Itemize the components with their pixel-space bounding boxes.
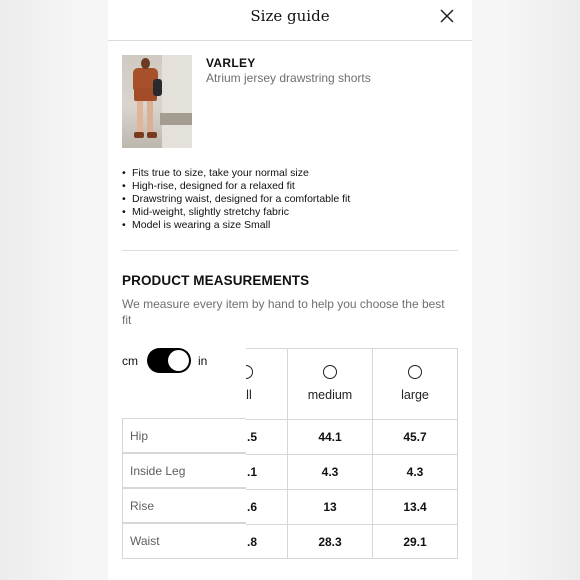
section-description: We measure every item by hand to help yo… bbox=[122, 297, 445, 327]
row-label-hip: Hip bbox=[122, 418, 246, 453]
unit-label-in: in bbox=[198, 354, 208, 368]
cell-rise: .6 bbox=[246, 489, 287, 524]
divider bbox=[122, 250, 458, 251]
row-label-inside-leg: Inside Leg bbox=[122, 453, 246, 488]
cell-hip: 45.7 bbox=[373, 419, 457, 454]
cell-waist: 29.1 bbox=[373, 524, 457, 559]
radio-icon[interactable] bbox=[246, 365, 253, 379]
fit-note: Mid-weight, slightly stretchy fabric bbox=[122, 206, 350, 219]
size-column-small: all .5 .1 .6 .8 bbox=[246, 348, 288, 559]
fit-note: Fits true to size, take your normal size bbox=[122, 167, 350, 180]
size-column-medium: medium 44.1 4.3 13 28.3 bbox=[288, 348, 373, 559]
unit-toggle-switch[interactable] bbox=[147, 348, 191, 373]
size-table[interactable]: all .5 .1 .6 .8 medium 44.1 4.3 13 28.3 … bbox=[246, 348, 458, 559]
fit-note: Model is wearing a size Small bbox=[122, 219, 350, 232]
cell-waist: .8 bbox=[246, 524, 287, 559]
radio-icon[interactable] bbox=[323, 365, 337, 379]
size-option-small[interactable]: all bbox=[246, 349, 287, 419]
unit-label-cm: cm bbox=[122, 354, 138, 368]
radio-icon[interactable] bbox=[408, 365, 422, 379]
size-guide-sheet: Size guide VARLEY Atrium jersey drawstri… bbox=[108, 0, 472, 580]
cell-rise: 13.4 bbox=[373, 489, 457, 524]
cell-inside-leg: .1 bbox=[246, 454, 287, 489]
fit-note: Drawstring waist, designed for a comfort… bbox=[122, 193, 350, 206]
cell-waist: 28.3 bbox=[288, 524, 372, 559]
header-bar: Size guide bbox=[108, 0, 472, 41]
cell-inside-leg: 4.3 bbox=[288, 454, 372, 489]
cell-inside-leg: 4.3 bbox=[373, 454, 457, 489]
size-column-large: large 45.7 4.3 13.4 29.1 bbox=[373, 348, 458, 559]
close-icon[interactable] bbox=[440, 9, 454, 23]
size-label: large bbox=[401, 388, 429, 402]
section-title: PRODUCT MEASUREMENTS bbox=[122, 273, 310, 288]
cell-hip: 44.1 bbox=[288, 419, 372, 454]
fit-note: High-rise, designed for a relaxed fit bbox=[122, 180, 350, 193]
cell-rise: 13 bbox=[288, 489, 372, 524]
size-label: medium bbox=[307, 388, 353, 402]
row-label-rise: Rise bbox=[122, 488, 246, 523]
toggle-knob bbox=[168, 350, 189, 371]
size-label: all bbox=[246, 388, 252, 402]
cell-hip: .5 bbox=[246, 419, 287, 454]
row-label-waist: Waist bbox=[122, 523, 246, 559]
fit-notes-list: Fits true to size, take your normal size… bbox=[122, 167, 350, 232]
page-title: Size guide bbox=[250, 7, 330, 25]
product-brand: VARLEY bbox=[206, 56, 256, 70]
size-option-large[interactable]: large bbox=[373, 349, 457, 419]
product-name: Atrium jersey drawstring shorts bbox=[206, 71, 371, 85]
size-option-medium[interactable]: medium bbox=[288, 349, 372, 419]
product-image bbox=[122, 55, 192, 148]
